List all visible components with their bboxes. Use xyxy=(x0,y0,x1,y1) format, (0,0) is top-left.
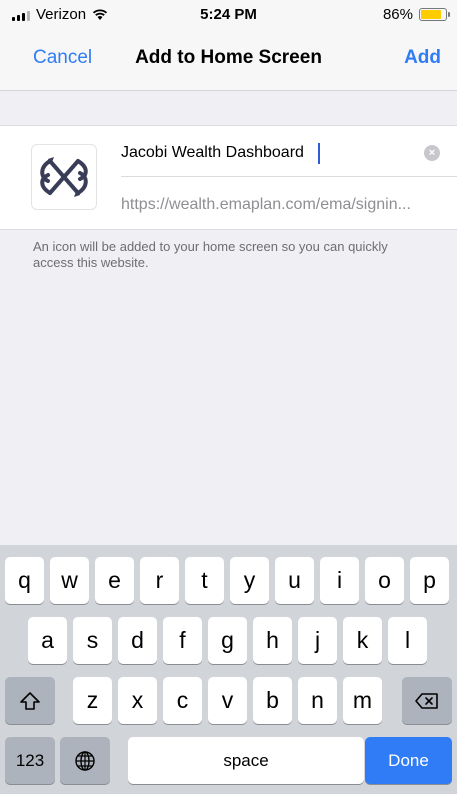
navigation-bar: Cancel Add to Home Screen Add xyxy=(0,30,457,91)
info-note: An icon will be added to your home scree… xyxy=(33,239,388,270)
text-cursor xyxy=(318,143,320,164)
key-b[interactable]: b xyxy=(253,677,292,724)
key-h[interactable]: h xyxy=(253,617,292,664)
key-p[interactable]: p xyxy=(410,557,449,604)
key-r[interactable]: r xyxy=(140,557,179,604)
done-key[interactable]: Done xyxy=(365,737,452,784)
link-arrows-logo xyxy=(40,157,88,197)
keyboard: q w e r t y u i o p a s d f g h j k l z … xyxy=(0,545,457,794)
bookmark-name-input[interactable] xyxy=(121,142,411,164)
key-d[interactable]: d xyxy=(118,617,157,664)
bookmark-card: × https://wealth.emaplan.com/ema/signin.… xyxy=(0,125,457,230)
battery-icon xyxy=(419,8,450,21)
key-w[interactable]: w xyxy=(50,557,89,604)
page-title: Add to Home Screen xyxy=(135,47,322,68)
globe-icon xyxy=(75,750,95,771)
key-o[interactable]: o xyxy=(365,557,404,604)
key-t[interactable]: t xyxy=(185,557,224,604)
key-u[interactable]: u xyxy=(275,557,314,604)
key-j[interactable]: j xyxy=(298,617,337,664)
key-z[interactable]: z xyxy=(73,677,112,724)
key-a[interactable]: a xyxy=(28,617,67,664)
key-v[interactable]: v xyxy=(208,677,247,724)
key-m[interactable]: m xyxy=(343,677,382,724)
delete-key[interactable] xyxy=(402,677,452,724)
numbers-key[interactable]: 123 xyxy=(5,737,55,784)
globe-key[interactable] xyxy=(60,737,110,784)
website-app-icon xyxy=(31,144,97,210)
key-x[interactable]: x xyxy=(118,677,157,724)
key-e[interactable]: e xyxy=(95,557,134,604)
key-q[interactable]: q xyxy=(5,557,44,604)
status-right: 86% xyxy=(382,6,450,23)
shift-icon xyxy=(20,691,40,710)
bookmark-url: https://wealth.emaplan.com/ema/signin... xyxy=(121,196,411,213)
name-field-row: × xyxy=(121,142,457,177)
space-key[interactable]: space xyxy=(128,737,364,784)
battery-nub xyxy=(448,12,450,17)
key-i[interactable]: i xyxy=(320,557,359,604)
key-g[interactable]: g xyxy=(208,617,247,664)
key-y[interactable]: y xyxy=(230,557,269,604)
delete-icon xyxy=(415,692,438,709)
key-k[interactable]: k xyxy=(343,617,382,664)
clear-icon[interactable]: × xyxy=(424,145,440,161)
status-bar: Verizon 5:24 PM 86% xyxy=(0,0,457,30)
shift-key[interactable] xyxy=(5,677,55,724)
key-f[interactable]: f xyxy=(163,617,202,664)
battery-fill xyxy=(421,10,441,19)
key-s[interactable]: s xyxy=(73,617,112,664)
key-c[interactable]: c xyxy=(163,677,202,724)
key-n[interactable]: n xyxy=(298,677,337,724)
battery-percent: 86% xyxy=(382,6,413,23)
key-l[interactable]: l xyxy=(388,617,427,664)
add-button[interactable]: Add xyxy=(404,47,441,69)
